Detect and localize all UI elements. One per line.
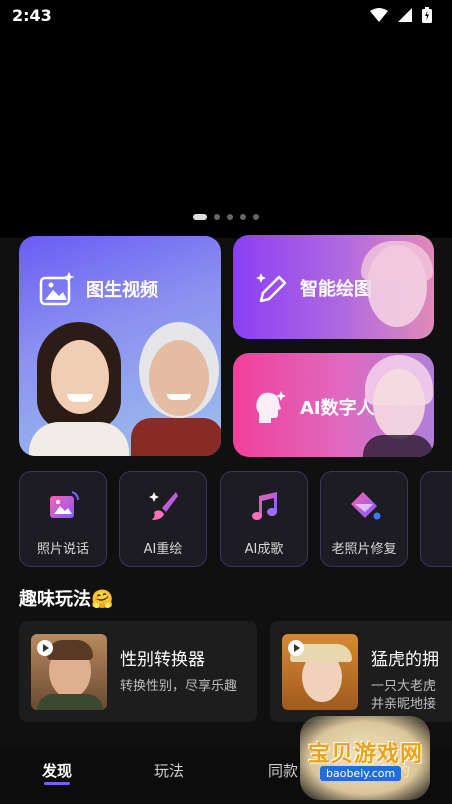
tool-label: 老照片修复: [331, 542, 397, 557]
fun-section-title: 趣味玩法🤗: [19, 589, 114, 610]
status-time: 2:43: [12, 6, 52, 25]
gallery-icon: [39, 272, 75, 306]
tool-photo-talk[interactable]: 照片说话: [19, 471, 107, 567]
young-woman-portrait: [29, 322, 129, 456]
fun-card-desc: 一只大老虎 并亲昵地接: [371, 679, 437, 712]
ai-head-icon: [256, 391, 286, 423]
fun-card-title: 性别转换器: [120, 650, 205, 670]
pager-dot[interactable]: [253, 214, 259, 220]
ai-digital-human-card[interactable]: AI数字人: [233, 353, 434, 457]
signal-icon: [398, 8, 412, 22]
fun-card-gender-swap[interactable]: 性别转换器 转换性别，尽享乐趣: [19, 621, 257, 722]
wifi-icon: [370, 8, 388, 22]
nav-active-indicator: [44, 782, 70, 785]
tool-more[interactable]: [420, 471, 452, 567]
drawing-portrait: [361, 241, 433, 339]
nav-discover[interactable]: 发现: [42, 760, 72, 781]
battery-icon: [422, 7, 432, 23]
tool-ai-redraw[interactable]: AI重绘: [119, 471, 207, 567]
paint-bucket-icon: [351, 492, 381, 520]
watermark-url: baobeiy.com: [320, 766, 402, 781]
fun-card-desc: 转换性别，尽享乐趣: [120, 679, 238, 694]
status-icons: [370, 7, 432, 23]
watermark-logo: 宝贝游戏网 baobeiy.com: [300, 716, 430, 800]
image-to-video-card[interactable]: 图生视频: [19, 236, 221, 456]
pager-dot[interactable]: [227, 214, 233, 220]
magic-pen-icon: [256, 273, 287, 303]
nav-play[interactable]: 玩法: [154, 760, 184, 781]
fun-card-tiger-hug[interactable]: 猛虎的拥 一只大老虎 并亲昵地接: [270, 621, 452, 722]
smart-drawing-card[interactable]: 智能绘图: [233, 235, 434, 339]
tool-label: AI成歌: [244, 542, 284, 557]
tool-old-photo-restore[interactable]: 老照片修复: [320, 471, 408, 567]
banner-pager: [0, 214, 452, 220]
image-to-video-title: 图生视频: [86, 280, 158, 301]
digital-human-portrait: [363, 355, 433, 457]
pager-dot[interactable]: [240, 214, 246, 220]
gender-swap-thumbnail: [31, 634, 107, 710]
play-icon: [288, 640, 304, 656]
pager-dot[interactable]: [214, 214, 220, 220]
fun-card-title: 猛虎的拥: [371, 650, 439, 670]
pager-dot-active[interactable]: [193, 214, 207, 220]
nav-same-style[interactable]: 同款: [268, 760, 298, 781]
tiger-hug-thumbnail: [282, 634, 358, 710]
photo-talk-icon: [50, 491, 79, 518]
tool-row: 照片说话 AI重绘 AI成歌 老照片修复: [19, 471, 452, 567]
elderly-woman-portrait: [131, 322, 221, 456]
tool-label: 照片说话: [36, 542, 89, 557]
watermark-text: 宝贝游戏网: [308, 742, 424, 767]
play-icon: [37, 640, 53, 656]
status-bar: 2:43: [0, 0, 452, 32]
brush-icon: [149, 492, 178, 520]
music-note-icon: [252, 492, 277, 520]
tool-label: AI重绘: [143, 542, 183, 557]
tool-ai-song[interactable]: AI成歌: [220, 471, 308, 567]
